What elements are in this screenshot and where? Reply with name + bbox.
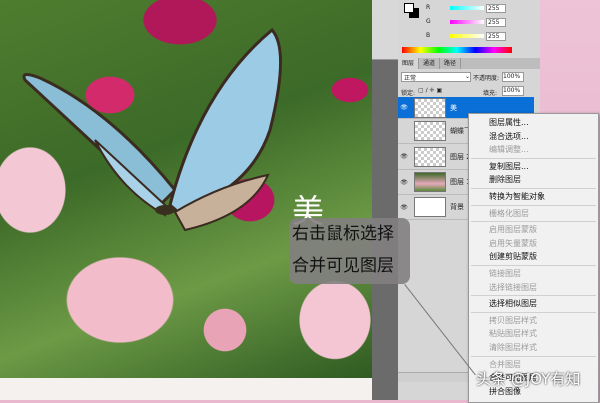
document-canvas[interactable]: 美 — [0, 0, 372, 378]
chevron-down-icon: ⌄ — [464, 73, 470, 80]
channel-slider[interactable] — [450, 34, 484, 38]
foreground-color-swatch[interactable] — [404, 3, 414, 13]
layer-thumbnail — [414, 146, 446, 167]
tab-paths[interactable]: 路径 — [440, 58, 462, 69]
opacity-input[interactable]: 100% — [502, 72, 524, 82]
menu-item[interactable]: 转换为智能对象 — [469, 190, 598, 204]
menu-separator — [471, 157, 596, 159]
watermark: 头条 @JOY有知 — [476, 370, 581, 388]
menu-item: 启用矢量蒙版 — [489, 238, 537, 248]
channel-label: B — [426, 32, 431, 39]
menu-separator — [471, 221, 596, 223]
layer-thumbnail — [414, 172, 446, 192]
layer-name: 美 — [450, 103, 457, 112]
tab-channels[interactable]: 通道 — [419, 58, 441, 69]
menu-item[interactable]: 复制图层... — [469, 160, 598, 174]
layer-name: 背景 — [450, 203, 464, 211]
menu-item[interactable]: 选择相似图层 — [469, 297, 598, 311]
eye-icon[interactable]: 👁 — [398, 179, 410, 186]
menu-separator — [471, 295, 596, 297]
fill-input[interactable]: 100% — [502, 86, 524, 96]
menu-item: 链接图层 — [489, 268, 521, 278]
eye-icon[interactable]: 👁 — [398, 104, 410, 111]
callout-line-1: 右击鼠标选择 — [292, 224, 394, 244]
layer-context-menu: 图层属性... 混合选项... 编辑调整... 复制图层... 删除图层转换为智能对象栅… — [468, 113, 599, 403]
tab-layers[interactable]: 图层 — [398, 58, 420, 69]
channel-value-input[interactable]: 255 — [486, 18, 506, 27]
callout-line-2: 合并可见图层 — [292, 256, 394, 276]
menu-separator — [471, 311, 596, 313]
instruction-callout: 右击鼠标选择 合并可见图层 — [289, 218, 410, 284]
opacity-label: 不透明度: — [473, 75, 500, 82]
color-ramp[interactable] — [402, 47, 512, 53]
menu-item: 栅格化图层 — [489, 208, 529, 218]
menu-item: 启用图层蒙版 — [489, 225, 537, 235]
menu-item: 选择链接图层 — [489, 282, 537, 292]
menu-item[interactable]: 混合选项... — [469, 130, 598, 144]
channel-slider[interactable] — [450, 6, 484, 10]
layer-thumbnail — [414, 197, 446, 217]
tool-panel — [372, 0, 398, 60]
menu-item[interactable]: 创建剪贴蒙版 — [469, 250, 598, 264]
channel-label: G — [426, 18, 431, 25]
channel-label: R — [426, 4, 431, 11]
channel-value-input[interactable]: 255 — [486, 4, 506, 13]
menu-separator — [471, 264, 596, 266]
layer-thumbnail — [414, 121, 446, 141]
blend-mode-select[interactable]: 正常 ⌄ — [401, 72, 471, 82]
menu-separator — [471, 187, 596, 189]
workspace-gutter — [372, 0, 398, 400]
channel-slider[interactable] — [450, 20, 484, 24]
menu-separator — [471, 204, 596, 206]
channel-value-input[interactable]: 255 — [486, 32, 506, 41]
menu-item: 粘贴图层样式 — [489, 329, 537, 339]
menu-item: 拷贝图层样式 — [489, 315, 537, 325]
menu-item: 清除图层样式 — [489, 342, 537, 352]
menu-separator — [471, 355, 596, 357]
eye-icon[interactable]: 👁 — [398, 153, 410, 160]
lock-icons[interactable]: ▢ ∕ ✛ ▣ — [418, 87, 442, 94]
layer-thumbnail — [414, 97, 446, 118]
menu-item[interactable]: 图层属性... — [469, 116, 598, 130]
lock-label: 锁定: — [401, 90, 416, 97]
menu-item: 编辑调整... — [489, 145, 529, 155]
fill-label: 填充: — [483, 90, 498, 97]
menu-item[interactable]: 删除图层 — [469, 173, 598, 187]
eye-icon[interactable]: 👁 — [398, 204, 410, 211]
blend-mode-value: 正常 — [404, 75, 417, 82]
canvas-bottom-strip — [0, 378, 372, 400]
layers-panel-tabs: 图层 通道 路径 — [398, 58, 540, 69]
